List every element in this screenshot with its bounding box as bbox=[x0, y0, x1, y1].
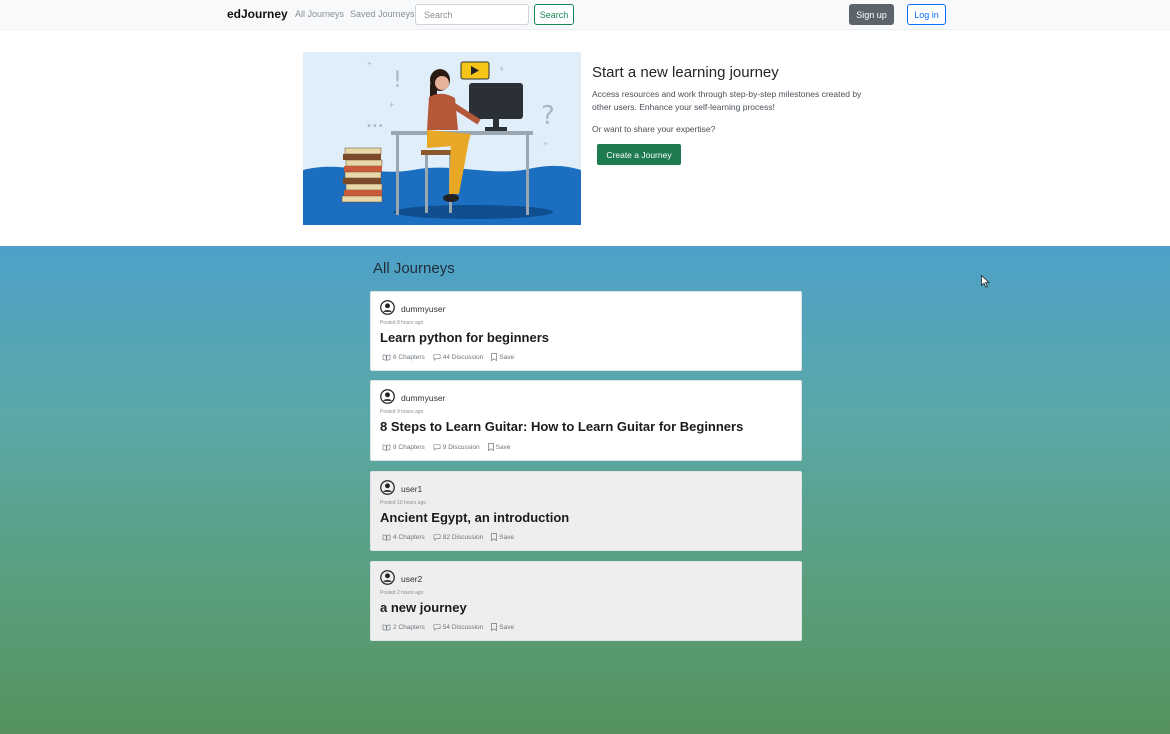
card-username[interactable]: dummyuser bbox=[401, 393, 445, 403]
card-title[interactable]: Ancient Egypt, an introduction bbox=[380, 510, 569, 525]
chat-icon bbox=[433, 624, 441, 631]
book-icon bbox=[382, 354, 391, 360]
save-button[interactable]: Save bbox=[491, 353, 514, 361]
card-meta: 2 Chapters 54 Discussion Save bbox=[382, 623, 522, 631]
card-meta: 8 Chapters 9 Discussion Save bbox=[382, 443, 518, 451]
hero-share-prompt: Or want to share your expertise? bbox=[592, 124, 716, 134]
journey-card[interactable]: dummyuser Posted 9 hours ago 8 Steps to … bbox=[370, 380, 802, 461]
hero-illustration: ! ? ••• + + + + bbox=[303, 52, 581, 225]
chapters-count: 6 Chapters bbox=[382, 354, 425, 361]
card-posted-time: Posted 9 hours ago bbox=[380, 409, 424, 415]
hero-description: Access resources and work through step-b… bbox=[592, 89, 862, 112]
journey-card[interactable]: dummyuser Posted 8 hours ago Learn pytho… bbox=[370, 291, 802, 371]
hero-title: Start a new learning journey bbox=[592, 64, 779, 81]
svg-text:+: + bbox=[367, 59, 372, 68]
chapters-count: 4 Chapters bbox=[382, 534, 425, 541]
svg-text:•••: ••• bbox=[366, 121, 384, 132]
card-username[interactable]: user1 bbox=[401, 484, 422, 494]
mouse-cursor-icon bbox=[981, 275, 990, 288]
save-button[interactable]: Save bbox=[491, 623, 514, 631]
save-button[interactable]: Save bbox=[491, 533, 514, 541]
signup-button[interactable]: Sign up bbox=[849, 4, 894, 25]
card-title[interactable]: 8 Steps to Learn Guitar: How to Learn Gu… bbox=[380, 419, 743, 434]
chapters-count: 8 Chapters bbox=[382, 444, 425, 451]
discussion-count[interactable]: 9 Discussion bbox=[433, 444, 480, 451]
bookmark-icon bbox=[491, 623, 498, 631]
book-icon bbox=[382, 624, 391, 630]
journey-card[interactable]: user1 Posted 10 hours ago Ancient Egypt,… bbox=[370, 471, 802, 551]
svg-text:+: + bbox=[499, 64, 504, 74]
card-username[interactable]: dummyuser bbox=[401, 304, 445, 314]
card-title[interactable]: a new journey bbox=[380, 600, 467, 615]
user-avatar-icon bbox=[380, 570, 395, 585]
search-button[interactable]: Search bbox=[534, 4, 574, 25]
card-username[interactable]: user2 bbox=[401, 574, 422, 584]
card-posted-time: Posted 10 hours ago bbox=[380, 500, 427, 506]
nav-saved-journeys[interactable]: Saved Journeys bbox=[350, 9, 415, 19]
card-posted-time: Posted 8 hours ago bbox=[380, 320, 424, 326]
book-icon bbox=[382, 444, 391, 450]
book-icon bbox=[382, 534, 391, 540]
card-title[interactable]: Learn python for beginners bbox=[380, 330, 549, 345]
card-meta: 6 Chapters 44 Discussion Save bbox=[382, 353, 522, 361]
section-title: All Journeys bbox=[373, 260, 455, 277]
discussion-count[interactable]: 44 Discussion bbox=[433, 354, 483, 361]
card-meta: 4 Chapters 82 Discussion Save bbox=[382, 533, 522, 541]
navbar: edJourney All Journeys Saved Journeys Se… bbox=[0, 0, 1170, 30]
journey-card[interactable]: user2 Posted 2 hours ago a new journey 2… bbox=[370, 561, 802, 641]
user-avatar-icon bbox=[380, 300, 395, 315]
svg-text:?: ? bbox=[541, 101, 555, 131]
card-posted-time: Posted 2 hours ago bbox=[380, 590, 424, 596]
chat-icon bbox=[433, 354, 441, 361]
bookmark-icon bbox=[491, 353, 498, 361]
user-avatar-icon bbox=[380, 389, 395, 404]
chat-icon bbox=[433, 444, 441, 451]
svg-text:+: + bbox=[543, 139, 548, 149]
user-avatar-icon bbox=[380, 480, 395, 495]
save-button[interactable]: Save bbox=[487, 443, 510, 451]
svg-text:+: + bbox=[389, 100, 394, 110]
search-input[interactable] bbox=[415, 4, 529, 25]
login-button[interactable]: Log in bbox=[907, 4, 946, 25]
nav-all-journeys[interactable]: All Journeys bbox=[295, 9, 344, 19]
svg-text:!: ! bbox=[393, 68, 402, 93]
bookmark-icon bbox=[487, 443, 494, 451]
brand-logo[interactable]: edJourney bbox=[227, 7, 288, 21]
discussion-count[interactable]: 82 Discussion bbox=[433, 534, 483, 541]
discussion-count[interactable]: 54 Discussion bbox=[433, 624, 483, 631]
chapters-count: 2 Chapters bbox=[382, 624, 425, 631]
chat-icon bbox=[433, 534, 441, 541]
bookmark-icon bbox=[491, 533, 498, 541]
create-journey-button[interactable]: Create a Journey bbox=[597, 144, 681, 165]
